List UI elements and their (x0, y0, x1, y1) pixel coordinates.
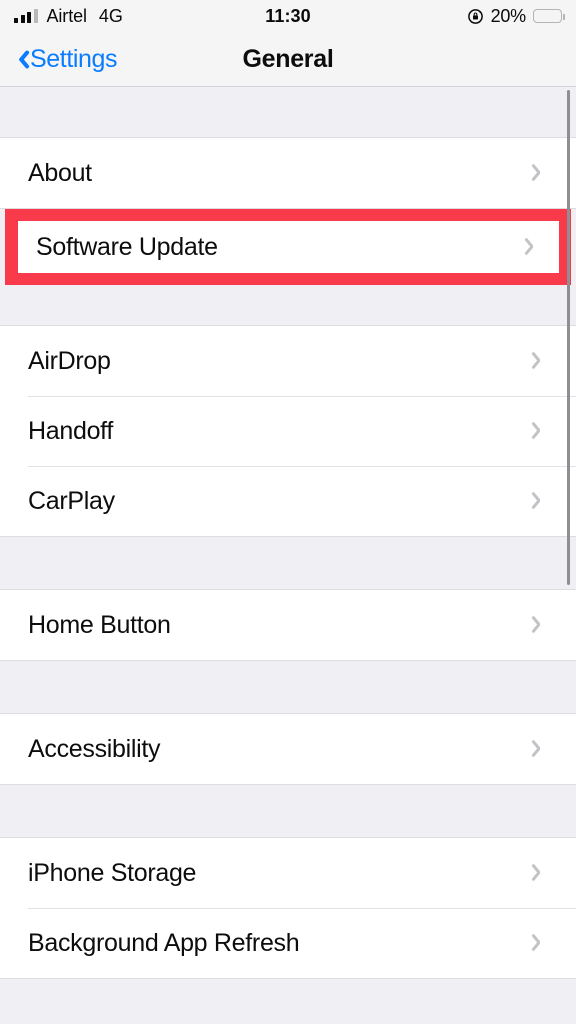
group-home-button: Home Button (0, 589, 576, 661)
battery-icon (533, 9, 565, 23)
list-item-label: Handoff (28, 416, 114, 445)
list-item-accessibility[interactable]: Accessibility (0, 714, 576, 784)
list-item-iphone-storage[interactable]: iPhone Storage (0, 838, 576, 908)
chevron-right-icon (534, 861, 548, 885)
group-spacer (0, 285, 576, 325)
list-item-label: Background App Refresh (28, 928, 300, 957)
chevron-right-icon (534, 349, 548, 373)
network-type: 4G (98, 5, 123, 26)
chevron-right-icon (534, 489, 548, 513)
chevron-right-icon (534, 931, 548, 955)
iphone-screen: Airtel 4G 11:30 20% Settings General Abo… (0, 0, 576, 1024)
chevron-right-icon (527, 235, 541, 259)
chevron-right-icon (534, 737, 548, 761)
settings-list: About Software Update AirDrop Handoff Ca… (0, 87, 576, 1024)
status-bar-left: Airtel 4G (14, 6, 123, 27)
list-item-airdrop[interactable]: AirDrop (0, 326, 576, 396)
group-accessibility: Accessibility (0, 713, 576, 785)
chevron-right-icon (534, 613, 548, 637)
highlight-box-software-update: Software Update (5, 209, 571, 285)
list-item-label: Home Button (28, 610, 171, 639)
group-storage: iPhone Storage Background App Refresh (0, 837, 576, 979)
back-button-label: Settings (30, 44, 118, 73)
list-item-software-update[interactable]: Software Update (18, 221, 559, 273)
carrier-name: Airtel (46, 5, 88, 26)
chevron-left-icon (14, 48, 27, 70)
list-item-label: Accessibility (28, 734, 161, 763)
navigation-bar: Settings General (0, 32, 576, 87)
list-item-label: CarPlay (28, 486, 115, 515)
list-item-background-app-refresh[interactable]: Background App Refresh (0, 908, 576, 978)
list-top-spacer (0, 87, 576, 137)
list-bottom-spacer (0, 979, 576, 1024)
rotation-lock-icon (467, 8, 484, 25)
list-item-about[interactable]: About (0, 138, 576, 208)
battery-percentage: 20% (490, 5, 527, 26)
back-button[interactable]: Settings (0, 44, 118, 74)
group-spacer (0, 661, 576, 713)
status-bar: Airtel 4G 11:30 20% (0, 0, 576, 32)
cellular-signal-icon (14, 9, 38, 23)
list-item-label: About (28, 158, 92, 187)
list-item-home-button[interactable]: Home Button (0, 590, 576, 660)
status-bar-right: 20% (467, 5, 565, 27)
group-about: About (0, 137, 576, 209)
group-spacer (0, 785, 576, 837)
list-item-handoff[interactable]: Handoff (0, 396, 576, 466)
list-item-label: Software Update (36, 232, 218, 261)
group-connectivity: AirDrop Handoff CarPlay (0, 325, 576, 537)
chevron-right-icon (534, 419, 548, 443)
chevron-right-icon (534, 161, 548, 185)
group-spacer (0, 537, 576, 589)
vertical-scrollbar[interactable] (567, 90, 570, 585)
list-item-carplay[interactable]: CarPlay (0, 466, 576, 536)
clock: 11:30 (265, 5, 311, 26)
list-item-label: AirDrop (28, 346, 111, 375)
list-item-label: iPhone Storage (28, 858, 197, 887)
